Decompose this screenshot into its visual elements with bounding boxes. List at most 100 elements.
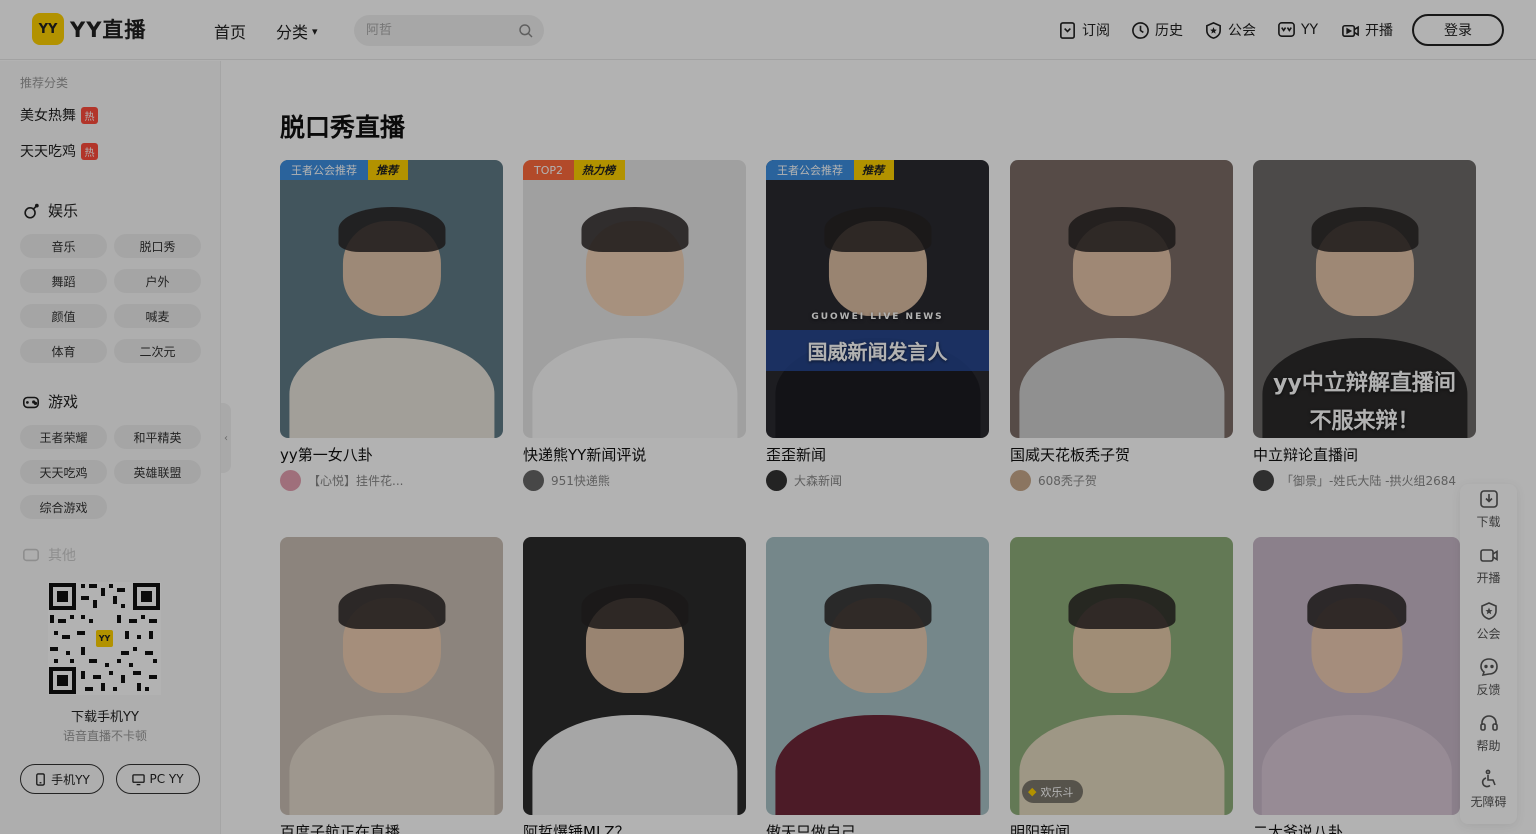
room-thumbnail[interactable]: 不服来辩！ yy中立辩解直播间 (1253, 160, 1476, 438)
hot-badge: 热 (81, 106, 98, 124)
anchor-info[interactable]: 【心悦】挂件花... (280, 470, 503, 491)
room-title[interactable]: 快递熊YY新闻评说 (523, 444, 746, 465)
game-icon: ◆ (1028, 785, 1037, 798)
anchor-name: 大森新闻 (794, 474, 843, 488)
pc-yy-button[interactable]: PC YY (116, 764, 200, 794)
nav-subscribe[interactable]: 订阅 (1058, 20, 1110, 40)
chevron-down-icon: ▾ (312, 24, 318, 38)
nav-guild[interactable]: 公会 (1204, 20, 1256, 40)
category-honor-of-kings[interactable]: 王者荣耀 (20, 425, 107, 449)
room-title[interactable]: 歪歪新闻 (766, 444, 989, 465)
room-title[interactable]: 中立辩论直播间 (1253, 444, 1476, 465)
toolbar-download[interactable]: 下载 (1460, 488, 1517, 530)
room-title[interactable]: 二大爷说八卦 (1253, 821, 1476, 834)
toolbar-accessibility[interactable]: 无障碍 (1460, 768, 1517, 810)
section-other[interactable]: 其他 (22, 545, 76, 565)
room-title[interactable]: 傲天只做自己 (766, 821, 989, 834)
monitor-icon (132, 773, 146, 785)
room-thumbnail[interactable]: 王者公会推荐 推荐 GUOWEI LIVE NEWS 国威新闻发言人 (766, 160, 989, 438)
search-box[interactable] (354, 15, 544, 46)
anchor-info[interactable]: 951快递熊 (523, 470, 746, 491)
live-room-card[interactable]: 阿哲爆锤MLZ？ (523, 537, 746, 834)
sidebar-collapse-handle[interactable]: ‹ (221, 403, 231, 473)
tag-badge: 推荐 (854, 160, 894, 180)
nav-golive-label: 开播 (1365, 23, 1393, 39)
room-title[interactable]: 百度子航正在直播 (280, 821, 503, 834)
bookmark-icon (1060, 21, 1075, 39)
category-general-games[interactable]: 综合游戏 (20, 495, 107, 519)
nav-golive[interactable]: 开播 (1341, 20, 1393, 40)
toolbar-help[interactable]: 帮助 (1460, 712, 1517, 754)
category-music[interactable]: 音乐 (20, 234, 107, 258)
nav-home[interactable]: 首页 (214, 19, 246, 43)
live-room-card[interactable]: 不服来辩！ yy中立辩解直播间中立辩论直播间 「御景」-姓氏大陆 -拱火组2684 (1253, 160, 1476, 491)
sidebar-item-label: 天天吃鸡 (20, 144, 76, 160)
section-title: 游戏 (48, 393, 79, 411)
category-talkshow[interactable]: 脱口秀 (114, 234, 201, 258)
nav-yy[interactable]: YY (1277, 20, 1318, 39)
category-sports[interactable]: 体育 (20, 339, 107, 363)
live-room-card[interactable]: 王者公会推荐 推荐 GUOWEI LIVE NEWS 国威新闻发言人歪歪新闻大森新闻 (766, 160, 989, 491)
live-room-card[interactable]: 二大爷说八卦 (1253, 537, 1476, 834)
sidebar-item-chicken[interactable]: 天天吃鸡 热 (20, 141, 98, 161)
game-tag: ◆ 欢乐斗 (1022, 780, 1084, 803)
category-peace-elite[interactable]: 和平精英 (114, 425, 201, 449)
category-lol[interactable]: 英雄联盟 (114, 460, 201, 484)
thumbnail-overlay-text: yy中立辩解直播间 (1273, 371, 1456, 396)
streamer-hair (823, 207, 932, 252)
room-title[interactable]: yy第一女八卦 (280, 444, 503, 465)
room-thumbnail[interactable] (280, 537, 503, 815)
nav-category[interactable]: 分类 ▾ (276, 19, 318, 43)
anchor-info[interactable]: 608秃子贺 (1010, 470, 1233, 491)
anchor-info[interactable]: 大森新闻 (766, 470, 989, 491)
room-thumbnail[interactable] (1253, 537, 1460, 815)
recommend-title: 推荐分类 (20, 76, 69, 90)
login-button[interactable]: 登录 (1412, 14, 1504, 46)
live-room-card[interactable]: ◆ 欢乐斗明阳新闻 (1010, 537, 1233, 834)
yy-logo[interactable]: YY YY直播 (32, 13, 146, 45)
mobile-yy-button[interactable]: 手机YY (20, 764, 104, 794)
anchor-info[interactable]: 「御景」-姓氏大陆 -拱火组2684 (1253, 470, 1476, 491)
avatar (766, 470, 787, 491)
room-thumbnail[interactable] (523, 537, 746, 815)
live-room-card[interactable]: TOP2 热力榜快递熊YY新闻评说 951快递熊 (523, 160, 746, 491)
room-thumbnail[interactable] (1010, 160, 1233, 438)
live-room-card[interactable]: 国威天花板秃子贺 608秃子贺 (1010, 160, 1233, 491)
live-room-card[interactable]: 百度子航正在直播 (280, 537, 503, 834)
nav-history[interactable]: 历史 (1131, 20, 1183, 40)
category-chicken[interactable]: 天天吃鸡 (20, 460, 107, 484)
category-shout[interactable]: 喊麦 (114, 304, 201, 328)
category-outdoor[interactable]: 户外 (114, 269, 201, 293)
streamer-figure (288, 337, 495, 438)
live-room-card[interactable]: 王者公会推荐 推荐 yy第一女八卦 【心悦】挂件花... (280, 160, 503, 491)
toolbar-help-label: 帮助 (1476, 739, 1501, 753)
live-room-card[interactable]: 傲天只做自己 (766, 537, 989, 834)
room-title[interactable]: 国威天花板秃子贺 (1010, 444, 1233, 465)
room-thumbnail[interactable]: TOP2 热力榜 (523, 160, 746, 438)
room-thumbnail[interactable]: ◆ 欢乐斗 (1010, 537, 1233, 815)
room-thumbnail[interactable]: 王者公会推荐 推荐 (280, 160, 503, 438)
room-thumbnail[interactable] (766, 537, 989, 815)
search-icon[interactable] (518, 23, 534, 39)
tag-label: TOP2 (523, 160, 575, 180)
tag-badge: 推荐 (368, 160, 408, 180)
room-title[interactable]: 明阳新闻 (1010, 821, 1233, 834)
qr-subtitle: 语音直播不卡顿 (62, 729, 147, 743)
toolbar-golive[interactable]: 开播 (1460, 544, 1517, 586)
qr-title: 下载手机YY (71, 710, 139, 725)
search-input[interactable] (366, 23, 518, 38)
chevron-left-icon: ‹ (224, 432, 228, 444)
sidebar-item-dance[interactable]: 美女热舞 热 (20, 105, 98, 125)
category-looks[interactable]: 颜值 (20, 304, 107, 328)
streamer-figure (1018, 337, 1225, 438)
toolbar-feedback[interactable]: 反馈 (1460, 656, 1517, 698)
room-title[interactable]: 阿哲爆锤MLZ？ (523, 821, 746, 834)
right-toolbar: 下载 开播 公会 反馈 帮助 无障碍 (1460, 484, 1517, 824)
qr-yy-logo: YY (94, 628, 115, 649)
nav-yy-label: YY (1301, 21, 1319, 38)
toolbar-guild[interactable]: 公会 (1460, 600, 1517, 642)
category-acg[interactable]: 二次元 (114, 339, 201, 363)
category-dance[interactable]: 舞蹈 (20, 269, 107, 293)
streamer-hair (1306, 584, 1407, 629)
avatar (523, 470, 544, 491)
